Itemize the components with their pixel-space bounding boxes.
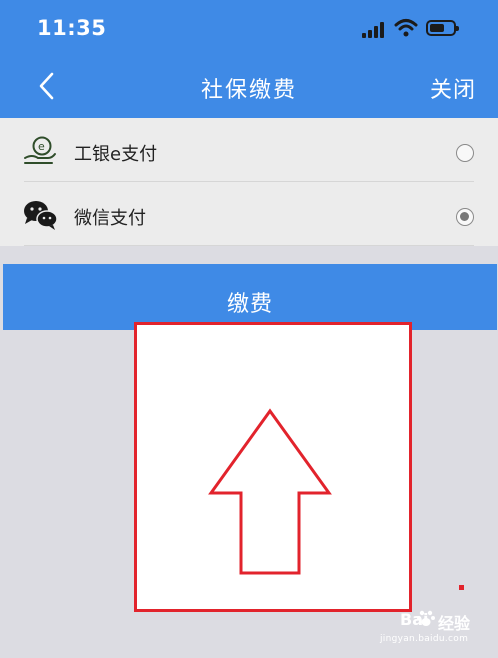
signal-icon (362, 22, 386, 38)
watermark: Bai 经验 jingyan.baidu.com (380, 602, 490, 654)
wifi-icon (394, 19, 418, 37)
app-header: 11:35 社保缴费 关闭 (0, 0, 498, 118)
divider (24, 245, 474, 246)
status-time: 11:35 (37, 16, 107, 40)
close-button[interactable]: 关闭 (430, 72, 476, 104)
pay-button-label: 缴费 (226, 292, 273, 317)
red-dot (459, 585, 464, 590)
wechat-icon (24, 201, 58, 230)
pay-button[interactable]: 缴费 (3, 264, 497, 330)
icbc-epay-icon: e (24, 136, 56, 164)
page-title: 社保缴费 (200, 78, 297, 103)
payment-options-list: e 工银e支付 微信支付 (0, 118, 498, 246)
payment-option-label: 工银e支付 (74, 144, 158, 165)
watermark-main-2: 经验 (438, 614, 471, 633)
annotation-box (134, 322, 412, 612)
svg-text:e: e (38, 140, 45, 153)
radio-icbc[interactable] (456, 144, 474, 162)
payment-option-wechat[interactable]: 微信支付 (0, 182, 498, 246)
payment-option-label: 微信支付 (74, 208, 146, 229)
watermark-sub: jingyan.baidu.com (380, 634, 469, 644)
battery-icon (426, 20, 459, 36)
paw-icon (417, 610, 435, 626)
up-arrow-icon (208, 408, 332, 575)
radio-wechat[interactable] (456, 208, 474, 226)
payment-option-icbc[interactable]: e 工银e支付 (0, 118, 498, 182)
